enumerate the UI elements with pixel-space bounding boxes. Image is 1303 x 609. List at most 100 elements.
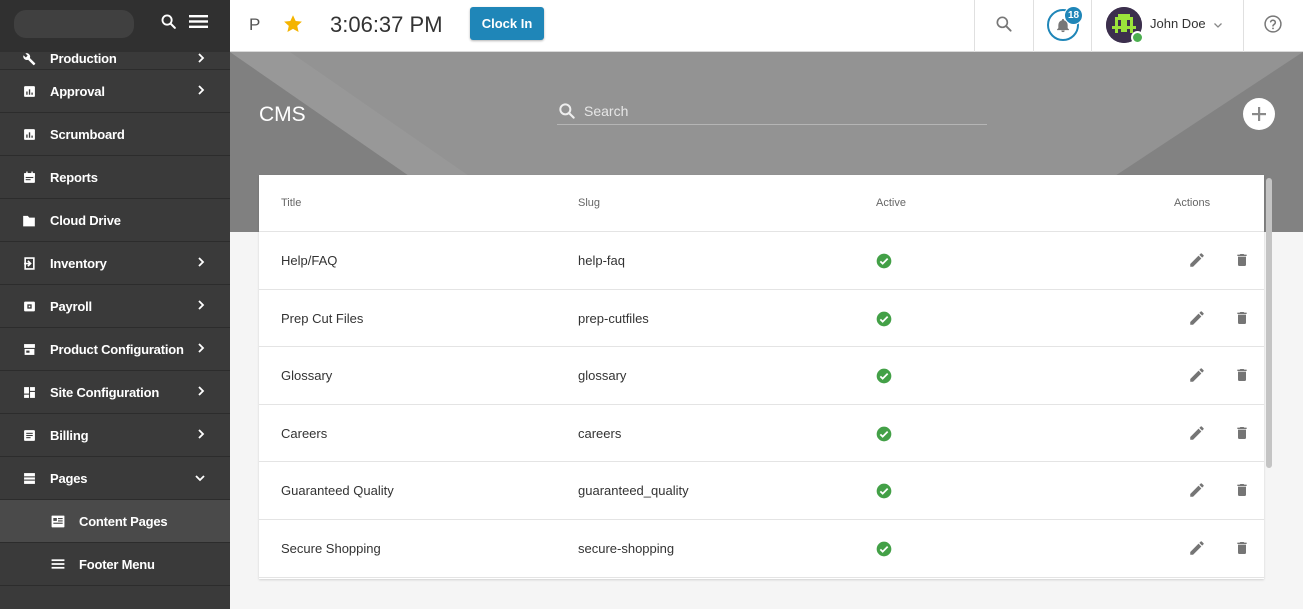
- active-check-icon: [876, 541, 892, 562]
- chevron-right-icon: [197, 254, 205, 272]
- active-check-icon: [876, 253, 892, 274]
- active-check-icon: [876, 483, 892, 504]
- table-row[interactable]: Guaranteed Quality guaranteed_quality: [259, 462, 1264, 520]
- cell-slug: secure-shopping: [578, 540, 675, 556]
- search-bar: [557, 100, 987, 125]
- edit-icon[interactable]: [1188, 251, 1206, 274]
- column-header-actions: Actions: [1174, 197, 1211, 209]
- divider: [1033, 0, 1034, 52]
- table-row[interactable]: Careers careers: [259, 405, 1264, 463]
- chart-icon: [22, 84, 36, 98]
- delete-icon[interactable]: [1234, 481, 1250, 504]
- sidebar-item-production[interactable]: Production: [0, 48, 230, 70]
- clock-time: 3:06:37 PM: [330, 12, 443, 37]
- notification-badge: 18: [1064, 6, 1083, 25]
- table-row[interactable]: Prep Cut Files prep-cutfiles: [259, 290, 1264, 348]
- sidebar-item-payroll[interactable]: Payroll: [0, 285, 230, 328]
- dashboard-icon: [22, 385, 36, 399]
- column-header-slug[interactable]: Slug: [578, 197, 600, 209]
- active-check-icon: [876, 368, 892, 389]
- store-icon: [22, 342, 36, 356]
- table-header: Title Slug Active Actions: [259, 175, 1264, 232]
- sidebar-item-site-configuration[interactable]: Site Configuration: [0, 371, 230, 414]
- search-input[interactable]: [584, 100, 984, 122]
- edit-icon[interactable]: [1188, 481, 1206, 504]
- sidebar-item-label: Product Configuration: [50, 341, 184, 357]
- help-icon[interactable]: [1263, 14, 1283, 39]
- sidebar-item-label: Scrumboard: [50, 126, 125, 142]
- edit-icon[interactable]: [1188, 424, 1206, 447]
- delete-icon[interactable]: [1234, 424, 1250, 447]
- clock-in-button[interactable]: Clock In: [470, 7, 544, 40]
- chevron-right-icon: [197, 383, 205, 401]
- edit-icon[interactable]: [1188, 309, 1206, 332]
- delete-icon[interactable]: [1234, 539, 1250, 562]
- user-name[interactable]: John Doe: [1150, 16, 1206, 31]
- scrollbar[interactable]: [1266, 178, 1272, 468]
- edit-icon[interactable]: [1188, 366, 1206, 389]
- online-status-badge: [1131, 31, 1144, 44]
- p-label[interactable]: P: [249, 15, 260, 35]
- wrench-icon: [22, 52, 36, 66]
- column-header-title[interactable]: Title: [281, 197, 301, 209]
- chart-icon: [22, 127, 36, 141]
- sidebar-item-label: Reports: [50, 169, 98, 185]
- sidebar-header: [0, 0, 230, 52]
- topbar: P 3:06:37 PM Clock In 18 John Doe: [230, 0, 1303, 52]
- sidebar-item-label: Cloud Drive: [50, 212, 121, 228]
- folder-icon: [22, 213, 36, 227]
- sidebar-item-approval[interactable]: Approval: [0, 70, 230, 113]
- calendar-icon: [22, 170, 36, 184]
- delete-icon[interactable]: [1234, 366, 1250, 389]
- plus-icon: [1252, 107, 1266, 121]
- cell-slug: careers: [578, 425, 622, 441]
- active-check-icon: [876, 311, 892, 332]
- table-row[interactable]: Glossary glossary: [259, 347, 1264, 405]
- chevron-right-icon: [197, 297, 205, 315]
- search-icon[interactable]: [160, 13, 177, 35]
- sidebar-item-inventory[interactable]: Inventory: [0, 242, 230, 285]
- edit-icon[interactable]: [1188, 539, 1206, 562]
- sidebar-item-reports[interactable]: Reports: [0, 156, 230, 199]
- login-icon: [22, 256, 36, 270]
- chevron-right-icon: [197, 50, 205, 68]
- sidebar-item-pages[interactable]: Pages: [0, 457, 230, 500]
- star-icon[interactable]: [282, 13, 304, 40]
- menu-icon: [51, 557, 65, 571]
- cell-slug: prep-cutfiles: [578, 310, 649, 326]
- sidebar-subitem-label: Footer Menu: [79, 556, 155, 572]
- delete-icon[interactable]: [1234, 251, 1250, 274]
- chevron-right-icon: [197, 340, 205, 358]
- sidebar-item-label: Inventory: [50, 255, 107, 271]
- sidebar-item-label: Payroll: [50, 298, 92, 314]
- sidebar-subitem-footer-menu[interactable]: Footer Menu: [0, 543, 230, 586]
- sidebar-item-product-configuration[interactable]: Product Configuration: [0, 328, 230, 371]
- table-row[interactable]: Secure Shopping secure-shopping: [259, 520, 1264, 578]
- pages-icon: [22, 471, 36, 485]
- table-row[interactable]: Help/FAQ help-faq: [259, 232, 1264, 290]
- wallet-icon: [22, 299, 36, 313]
- sidebar-item-label: Approval: [50, 83, 105, 99]
- add-page-button[interactable]: [1243, 98, 1275, 130]
- sidebar-item-billing[interactable]: Billing: [0, 414, 230, 457]
- cell-title: Secure Shopping: [281, 540, 381, 556]
- column-header-active[interactable]: Active: [876, 197, 906, 209]
- cms-pages-table: Title Slug Active Actions Help/FAQ help-f…: [259, 175, 1264, 579]
- cell-slug: glossary: [578, 368, 627, 384]
- chevron-right-icon: [197, 82, 205, 100]
- active-check-icon: [876, 426, 892, 447]
- divider: [1091, 0, 1092, 52]
- chevron-down-icon[interactable]: [1213, 17, 1223, 35]
- cell-title: Prep Cut Files: [281, 310, 364, 326]
- cell-title: Careers: [281, 425, 328, 441]
- cell-title: Help/FAQ: [281, 253, 338, 268]
- hamburger-menu-icon[interactable]: [189, 14, 208, 34]
- sidebar-item-scrumboard[interactable]: Scrumboard: [0, 113, 230, 156]
- cell-title: Glossary: [281, 368, 333, 384]
- sidebar-item-cloud-drive[interactable]: Cloud Drive: [0, 199, 230, 242]
- sidebar-item-label: Pages: [50, 470, 88, 486]
- search-icon[interactable]: [994, 14, 1014, 39]
- sidebar-item-label: Production: [50, 51, 117, 66]
- delete-icon[interactable]: [1234, 309, 1250, 332]
- sidebar-subitem-content-pages[interactable]: Content Pages: [0, 500, 230, 543]
